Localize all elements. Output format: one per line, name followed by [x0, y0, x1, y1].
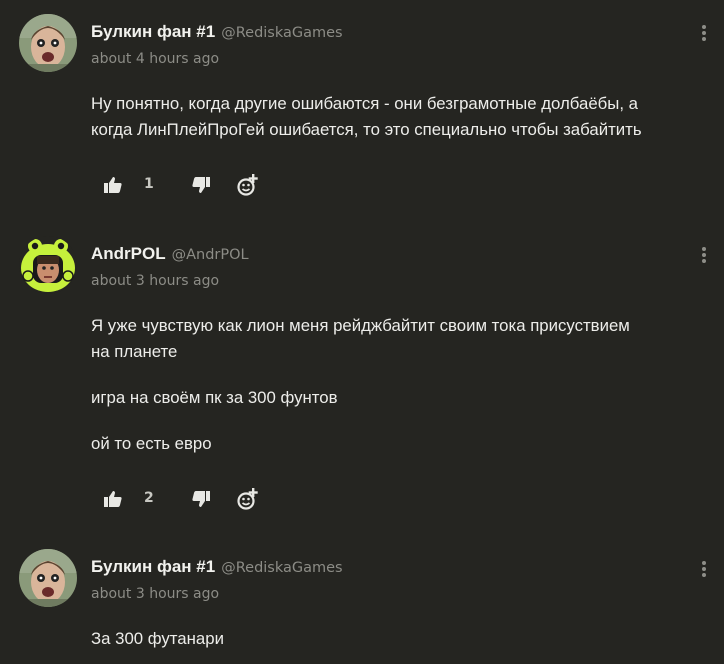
like-count: 2: [144, 490, 154, 506]
comment-text: ой то есть евро: [91, 434, 212, 453]
face-avatar-icon: [19, 14, 77, 72]
like-button[interactable]: [103, 487, 123, 511]
user-avatar[interactable]: [19, 236, 77, 294]
thumbs-down-icon: [192, 491, 210, 507]
more-vertical-icon: [702, 561, 706, 565]
comment-author[interactable]: Булкин фан #1: [91, 557, 215, 577]
comment-handle[interactable]: @AndrPOL: [172, 247, 249, 263]
user-avatar[interactable]: [19, 549, 77, 607]
comment-text: игра на своём пк за 300 фунтов: [91, 388, 338, 407]
add-reaction-icon: [237, 488, 258, 510]
thumbs-up-icon: [104, 177, 122, 193]
comment-body: Я уже чувствую как лион меня рейджбайтит…: [91, 313, 711, 457]
face-avatar-icon: [19, 549, 77, 607]
thumbs-down-icon: [192, 177, 210, 193]
reply-button[interactable]: [236, 173, 260, 197]
frog-avatar-icon: [19, 236, 77, 294]
add-reaction-icon: [237, 174, 258, 196]
comment-timestamp[interactable]: about 4 hours ago: [91, 51, 219, 67]
more-vertical-icon: [702, 247, 706, 251]
more-options-button[interactable]: [697, 244, 711, 266]
dislike-button[interactable]: [191, 487, 211, 511]
comment-handle[interactable]: @RediskaGames: [221, 560, 342, 576]
reply-button[interactable]: [236, 487, 260, 511]
comment-author[interactable]: Булкин фан #1: [91, 22, 215, 42]
comment-actions: 2: [103, 487, 273, 511]
comment-text: когда ЛинПлейПроГей ошибается, то это сп…: [91, 120, 642, 139]
comment-body: За 300 футанари: [91, 626, 711, 652]
more-vertical-icon: [702, 25, 706, 29]
comment-body: Ну понятно, когда другие ошибаются - они…: [91, 91, 711, 143]
more-options-button[interactable]: [697, 558, 711, 580]
user-avatar[interactable]: [19, 14, 77, 72]
like-count: 1: [144, 176, 154, 192]
like-button[interactable]: [103, 173, 123, 197]
comment-text: Я уже чувствую как лион меня рейджбайтит…: [91, 316, 630, 335]
comment-handle[interactable]: @RediskaGames: [221, 25, 342, 41]
dislike-button[interactable]: [191, 173, 211, 197]
comment-timestamp[interactable]: about 3 hours ago: [91, 586, 219, 602]
comment-text: За 300 футанари: [91, 629, 224, 648]
thumbs-up-icon: [104, 491, 122, 507]
comment-text: Ну понятно, когда другие ошибаются - они…: [91, 94, 639, 113]
comment-author[interactable]: AndrPOL: [91, 244, 166, 264]
comment-actions: 1: [103, 173, 273, 197]
comment-timestamp[interactable]: about 3 hours ago: [91, 273, 219, 289]
more-options-button[interactable]: [697, 22, 711, 44]
comment-text: на планете: [91, 342, 178, 361]
